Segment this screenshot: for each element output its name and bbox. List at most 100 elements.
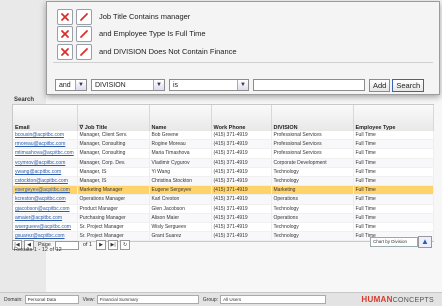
division-cell: Technology — [271, 204, 354, 214]
work-phone-cell: (415) 371-4919 — [211, 194, 272, 205]
employee-table: Email ∇ Job Title Name Work Phone DIVISI… — [13, 105, 434, 242]
view-select[interactable]: Financial Summary — [96, 295, 199, 304]
employee-type-cell: Full Time — [353, 158, 434, 168]
search-button[interactable]: Search — [392, 78, 425, 92]
division-cell: Operations — [271, 194, 354, 205]
name-cell: Yi Wang — [149, 167, 212, 177]
name-cell: Christina Stockton — [149, 176, 212, 187]
pencil-icon — [80, 12, 88, 21]
remove-condition-button[interactable] — [57, 25, 73, 42]
name-cell: Bob Greene — [149, 131, 212, 141]
add-button[interactable]: Add — [369, 78, 391, 92]
email-cell[interactable]: wsergueev@acpitbc.com — [13, 222, 78, 233]
table-row[interactable]: ywang@acpitbc.com Manager, IS Yi Wang (415)… — [13, 167, 434, 177]
column-header-division[interactable]: DIVISION — [271, 105, 354, 131]
conjunction-select[interactable]: and ▼ — [55, 79, 87, 91]
close-icon — [61, 12, 69, 21]
table-row[interactable]: amaier@acpitbc.com Purchasing Manager Alis… — [13, 213, 434, 223]
edit-condition-button[interactable] — [76, 8, 92, 25]
chart-icon[interactable]: ▲ — [418, 236, 432, 248]
edit-condition-button[interactable] — [76, 25, 92, 42]
employee-grid: Email ∇ Job Title Name Work Phone DIVISI… — [12, 104, 434, 243]
division-cell: Professional Services — [271, 139, 354, 150]
email-cell[interactable]: rmoreau@acpitbc.com — [13, 139, 78, 150]
filter-condition-row: Job Title Contains manager — [57, 8, 191, 25]
pencil-icon — [80, 29, 88, 38]
email-cell[interactable]: bcousin@acpitbc.com — [13, 131, 78, 141]
sort-icon: ∇ — [79, 125, 84, 131]
work-phone-cell: (415) 371-4919 — [211, 185, 272, 196]
next-page-button[interactable]: ▶ — [96, 240, 107, 250]
email-cell[interactable]: gjacobson@acpitbc.com — [13, 204, 78, 214]
chart-by-select[interactable]: Chart by Division — [370, 237, 418, 247]
refresh-button[interactable]: ↻ — [120, 240, 131, 250]
work-phone-cell: (415) 371-4919 — [211, 158, 272, 168]
filter-popup: Job Title Contains manager and Employee … — [46, 1, 440, 95]
employee-type-cell: Full Time — [353, 204, 434, 214]
email-cell[interactable]: kcreston@acpitbc.com — [13, 194, 78, 205]
table-row[interactable]: rmoreau@acpitbc.com Manager, Consulting Ro… — [13, 139, 434, 150]
domain-select[interactable]: Personal Data — [24, 295, 79, 304]
last-page-button[interactable]: ▶| — [108, 240, 119, 250]
edit-condition-button[interactable] — [76, 43, 92, 60]
employee-type-cell: Full Time — [353, 167, 434, 177]
table-row[interactable]: mtimashova@acpitbc.com Manager, Consultin… — [13, 148, 434, 159]
filter-condition-row: and Employee Type Is Full Time — [57, 25, 206, 42]
name-cell: Glen Jacobson — [149, 204, 212, 214]
employee-type-cell: Full Time — [353, 139, 434, 150]
table-row[interactable]: gjacobson@acpitbc.com Product Manager Glen… — [13, 204, 434, 214]
email-cell[interactable]: cstockton@acpitbc.com — [13, 176, 78, 187]
email-cell[interactable]: vcymrov@acpitbc.com — [13, 158, 78, 168]
table-row[interactable]: kcreston@acpitbc.com Operations Manager Ka… — [13, 194, 434, 205]
job-title-cell: Manager, IS — [77, 167, 150, 177]
job-title-cell: Manager, Consulting — [77, 148, 150, 159]
job-title-cell: Manager, Consulting — [77, 139, 150, 150]
close-icon — [61, 29, 69, 38]
view-label: View: — [82, 296, 95, 303]
column-header-job-title[interactable]: ∇ Job Title — [77, 105, 150, 131]
add-condition-row: and ▼ DIVISION ▼ is ▼ Add Search — [55, 77, 426, 93]
table-row[interactable]: esergeyev@acpitbc.com Marketing Manager Eu… — [13, 185, 434, 196]
name-cell: Eugene Sergeyev — [149, 185, 212, 196]
condition-text: and Employee Type Is Full Time — [99, 29, 206, 38]
job-title-cell: Purchasing Manager — [77, 213, 150, 223]
table-row[interactable]: cstockton@acpitbc.com Manager, IS Christin… — [13, 176, 434, 187]
division-cell: Marketing — [271, 185, 354, 196]
condition-text: Job Title Contains manager — [99, 12, 191, 21]
email-cell[interactable]: mtimashova@acpitbc.com — [13, 148, 78, 159]
footer-bar: Domain: Personal Data View: Financial Su… — [0, 292, 442, 306]
job-title-cell: Manager, IS — [77, 176, 150, 187]
column-header-name[interactable]: Name — [149, 105, 212, 131]
division-cell: Technology — [271, 176, 354, 187]
column-header-employee-type[interactable]: Employee Type — [353, 105, 434, 131]
job-title-cell: Manager, Client Serv. — [77, 131, 150, 141]
page-of-label: of 1 — [82, 242, 93, 248]
email-cell[interactable]: ywang@acpitbc.com — [13, 167, 78, 177]
table-row[interactable]: vcymrov@acpitbc.com Manager, Corp. Dev. Vl… — [13, 158, 434, 168]
work-phone-cell: (415) 371-4919 — [211, 131, 272, 141]
divider — [53, 62, 433, 63]
email-cell[interactable]: amaier@acpitbc.com — [13, 213, 78, 223]
division-cell: Technology — [271, 222, 354, 233]
employee-type-cell: Full Time — [353, 222, 434, 233]
group-select[interactable]: All Users — [220, 295, 327, 304]
work-phone-cell: (415) 371-4919 — [211, 204, 272, 214]
email-cell[interactable]: esergeyev@acpitbc.com — [13, 185, 78, 196]
work-phone-cell: (415) 371-4919 — [211, 148, 272, 159]
field-select[interactable]: DIVISION ▼ — [91, 79, 165, 91]
column-header-email[interactable]: Email — [13, 105, 78, 131]
search-label: Search — [14, 97, 35, 103]
column-header-work-phone[interactable]: Work Phone — [211, 105, 272, 131]
operator-select[interactable]: is ▼ — [169, 79, 249, 91]
remove-condition-button[interactable] — [57, 8, 73, 25]
group-label: Group: — [202, 296, 219, 303]
remove-condition-button[interactable] — [57, 43, 73, 60]
work-phone-cell: (415) 371-4919 — [211, 176, 272, 187]
job-title-cell: Marketing Manager — [77, 185, 150, 196]
job-title-cell: Manager, Corp. Dev. — [77, 158, 150, 168]
value-input[interactable] — [253, 79, 365, 91]
table-row[interactable]: wsergueev@acpitbc.com Sr. Project Manager… — [13, 222, 434, 233]
table-row[interactable]: bcousin@acpitbc.com Manager, Client Serv.… — [13, 131, 434, 141]
domain-label: Domain: — [4, 296, 23, 303]
job-title-cell: Product Manager — [77, 204, 150, 214]
